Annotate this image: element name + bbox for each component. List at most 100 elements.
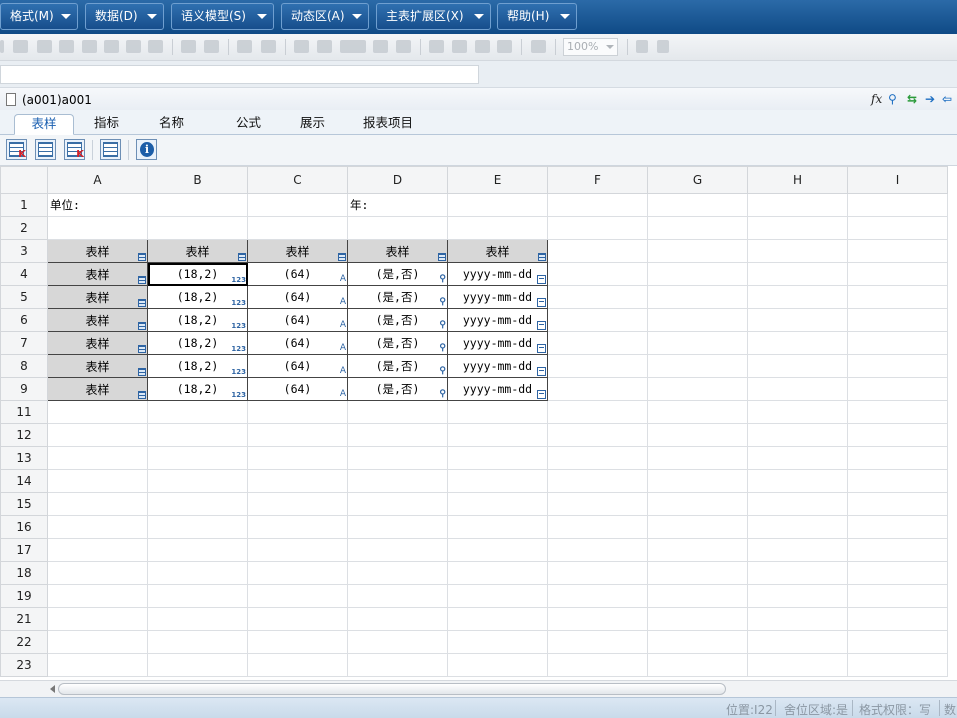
cell[interactable] <box>47 492 148 516</box>
cell[interactable] <box>847 515 948 539</box>
cell[interactable] <box>447 423 548 447</box>
cell[interactable] <box>747 239 848 263</box>
menu-format[interactable]: 格式(M) <box>0 3 78 30</box>
enum-cell[interactable]: (是,否) ⚲ <box>347 285 448 309</box>
delete-icon[interactable] <box>373 40 388 53</box>
delete-sheet-button[interactable]: K <box>6 139 27 160</box>
cell[interactable] <box>247 492 348 516</box>
cell[interactable] <box>247 653 348 677</box>
cell[interactable] <box>447 400 548 424</box>
cell[interactable] <box>647 584 748 608</box>
menu-dynamic-area[interactable]: 动态区(A) <box>281 3 369 30</box>
cell[interactable] <box>447 607 548 631</box>
row-header[interactable]: 18 <box>0 561 48 585</box>
cell[interactable] <box>747 538 848 562</box>
cell[interactable] <box>547 607 648 631</box>
cell[interactable] <box>547 354 648 378</box>
row-header[interactable]: 12 <box>0 423 48 447</box>
column-header[interactable]: A <box>47 166 148 194</box>
cell[interactable] <box>47 216 148 240</box>
numeric-cell[interactable]: (18,2) 123 <box>147 377 248 401</box>
cell[interactable] <box>147 469 248 493</box>
filter-icon[interactable] <box>104 40 119 53</box>
cell[interactable] <box>847 377 948 401</box>
row-header[interactable]: 7 <box>0 331 48 355</box>
cell[interactable] <box>347 584 448 608</box>
cell[interactable] <box>747 193 848 217</box>
cell[interactable] <box>647 331 748 355</box>
cell[interactable] <box>647 400 748 424</box>
row-header[interactable]: 6 <box>0 308 48 332</box>
date-cell[interactable]: yyyy-mm-dd <box>447 308 548 332</box>
swap-icon[interactable]: ⇆ <box>907 92 917 106</box>
cell[interactable] <box>547 285 648 309</box>
cell[interactable] <box>847 653 948 677</box>
cell[interactable] <box>447 216 548 240</box>
cell[interactable] <box>747 584 848 608</box>
enum-cell[interactable]: (是,否) ⚲ <box>347 262 448 286</box>
cell[interactable] <box>547 653 648 677</box>
menu-main-table-extension[interactable]: 主表扩展区(X) <box>376 3 491 30</box>
numeric-cell[interactable]: (18,2) 123 <box>147 308 248 332</box>
cell[interactable] <box>647 285 748 309</box>
cell[interactable] <box>747 354 848 378</box>
header-cell[interactable]: 表样 <box>47 239 148 263</box>
cell[interactable] <box>447 515 548 539</box>
cell[interactable] <box>347 630 448 654</box>
cell[interactable] <box>147 216 248 240</box>
cell[interactable] <box>47 607 148 631</box>
cell[interactable] <box>747 446 848 470</box>
scroll-left-icon[interactable] <box>50 685 55 693</box>
cell[interactable] <box>647 193 748 217</box>
text-cell[interactable]: (64) A <box>247 331 348 355</box>
share-icon[interactable] <box>429 40 444 53</box>
date-cell[interactable]: yyyy-mm-dd <box>447 354 548 378</box>
row-header[interactable]: 15 <box>0 492 48 516</box>
cell[interactable] <box>747 492 848 516</box>
copy-format-icon[interactable] <box>37 40 52 53</box>
cell[interactable] <box>747 216 848 240</box>
cell[interactable] <box>347 446 448 470</box>
cell[interactable] <box>147 446 248 470</box>
enum-cell[interactable]: (是,否) ⚲ <box>347 354 448 378</box>
tab-sample[interactable]: 表样 <box>14 114 74 135</box>
sheet-insert-button[interactable]: K <box>64 139 85 160</box>
row-header[interactable]: 14 <box>0 469 48 493</box>
cell[interactable] <box>47 400 148 424</box>
header-cell[interactable]: 表样 <box>47 354 148 378</box>
header-cell[interactable]: 表样 <box>347 239 448 263</box>
table-icon[interactable] <box>13 40 28 53</box>
date-cell[interactable]: yyyy-mm-dd <box>447 285 548 309</box>
cell[interactable] <box>147 515 248 539</box>
cell[interactable] <box>347 561 448 585</box>
cell[interactable] <box>147 400 248 424</box>
cell[interactable] <box>647 538 748 562</box>
text-cell[interactable]: (64) A <box>247 308 348 332</box>
redo-icon[interactable] <box>204 40 219 53</box>
cell[interactable] <box>547 377 648 401</box>
zoom-select[interactable]: 100% <box>563 38 618 56</box>
cut-icon[interactable] <box>294 40 309 53</box>
text-cell[interactable]: (64) A <box>247 377 348 401</box>
cell[interactable] <box>647 377 748 401</box>
cell[interactable] <box>47 630 148 654</box>
cell[interactable] <box>647 308 748 332</box>
cell[interactable] <box>747 515 848 539</box>
cell[interactable] <box>47 561 148 585</box>
cell[interactable] <box>47 538 148 562</box>
row-header[interactable]: 2 <box>0 216 48 240</box>
formula-input[interactable] <box>0 65 479 84</box>
cell[interactable] <box>347 423 448 447</box>
numeric-cell[interactable]: (18,2) 123 <box>147 354 248 378</box>
print-icon[interactable] <box>261 40 276 53</box>
cell[interactable] <box>847 331 948 355</box>
text-cell[interactable]: (64) A <box>247 285 348 309</box>
fx-icon[interactable]: fx <box>871 92 882 106</box>
cell[interactable] <box>647 607 748 631</box>
row-header[interactable]: 22 <box>0 630 48 654</box>
row-header[interactable]: 9 <box>0 377 48 401</box>
column-header[interactable]: I <box>847 166 948 194</box>
cell[interactable] <box>647 354 748 378</box>
horizontal-scrollbar[interactable] <box>0 680 957 697</box>
numeric-cell[interactable]: (18,2) 123 <box>147 285 248 309</box>
